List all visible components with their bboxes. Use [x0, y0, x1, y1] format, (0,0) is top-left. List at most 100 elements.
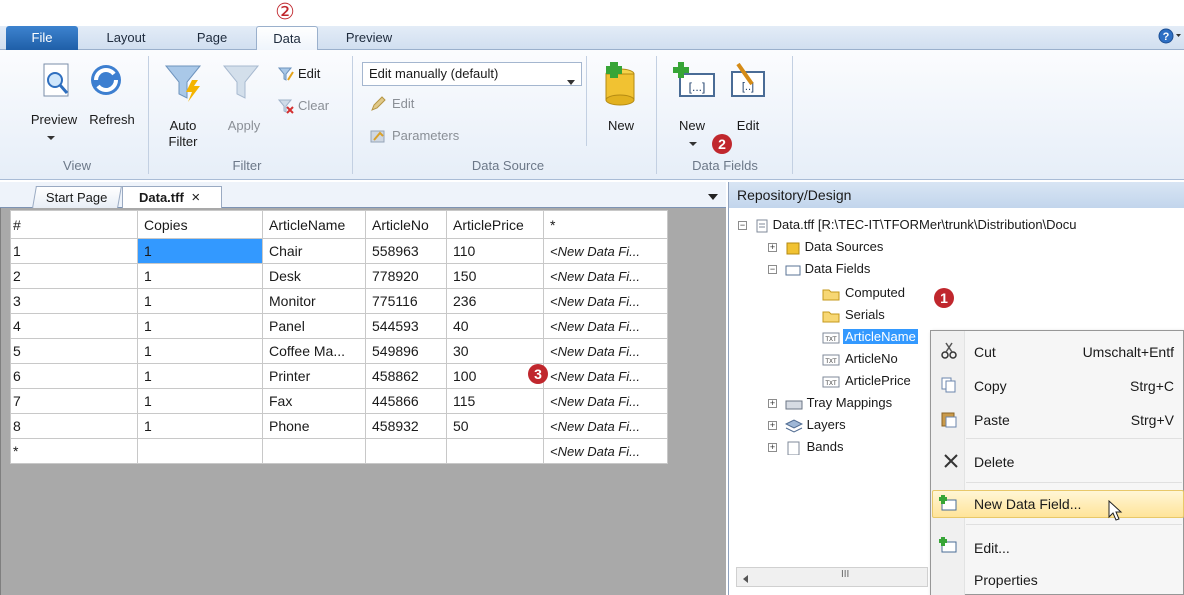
row-header[interactable]: 7	[10, 388, 138, 414]
scroll-left-icon[interactable]	[741, 572, 749, 587]
table-cell[interactable]	[446, 438, 544, 464]
table-cell[interactable]: 40	[446, 313, 544, 339]
table-cell[interactable]: 458932	[365, 413, 447, 439]
table-cell[interactable]	[137, 438, 263, 464]
preview-icon[interactable]	[40, 62, 76, 102]
column-header[interactable]: #	[10, 210, 138, 239]
table-cell[interactable]: 549896	[365, 338, 447, 364]
collapse-icon[interactable]: −	[768, 265, 777, 275]
row-header[interactable]: 3	[10, 288, 138, 314]
auto-filter-button[interactable]: Auto Filter	[160, 118, 206, 150]
table-cell[interactable]: Phone	[262, 413, 366, 439]
table-cell[interactable]: 544593	[365, 313, 447, 339]
table-row[interactable]: 8 1 Phone 458932 50 <New Data Fi...	[10, 413, 668, 439]
table-cell[interactable]: 1	[137, 388, 263, 414]
expand-icon[interactable]: +	[768, 443, 777, 453]
table-cell-new-field[interactable]: <New Data Fi...	[543, 438, 668, 464]
table-row[interactable]: 1 1 Chair 558963 110 <New Data Fi...	[10, 238, 668, 264]
table-cell[interactable]: Panel	[262, 313, 366, 339]
row-header[interactable]: *	[10, 438, 138, 464]
preview-button[interactable]: Preview	[22, 112, 86, 128]
tree-item-root[interactable]: − Data.tff [R:\TEC-IT\TFORMer\trunk\Dist…	[738, 214, 1077, 236]
menu-item-cut[interactable]: Cut	[974, 340, 996, 364]
table-cell[interactable]: 115	[446, 388, 544, 414]
table-cell[interactable]: 30	[446, 338, 544, 364]
new-data-field-dropdown-arrow-icon[interactable]	[688, 136, 698, 146]
tree-item-article-price[interactable]: TXT ArticlePrice	[822, 370, 911, 392]
table-cell-new-field[interactable]: <New Data Fi...	[543, 238, 668, 264]
table-row-new[interactable]: * <New Data Fi...	[10, 438, 668, 464]
tree-item-tray-mappings[interactable]: + Tray Mappings	[768, 392, 892, 414]
table-cell[interactable]: 1	[137, 263, 263, 289]
horizontal-scrollbar[interactable]: III	[736, 567, 928, 587]
auto-filter-icon[interactable]	[162, 62, 206, 104]
table-cell[interactable]: 558963	[365, 238, 447, 264]
table-cell-new-field[interactable]: <New Data Fi...	[543, 288, 668, 314]
table-cell[interactable]: Printer	[262, 363, 366, 389]
expand-icon[interactable]: +	[768, 243, 777, 253]
tree-item-layers[interactable]: + Layers	[768, 414, 846, 436]
expand-icon[interactable]: +	[768, 421, 777, 431]
column-header[interactable]: ArticlePrice	[446, 210, 544, 239]
tab-layout[interactable]: Layout	[92, 26, 160, 50]
column-header[interactable]: *	[543, 210, 668, 239]
tab-data-tff[interactable]: Data.tff ×	[122, 186, 222, 209]
new-data-source-icon[interactable]	[600, 60, 640, 110]
table-cell-new-field[interactable]: <New Data Fi...	[543, 338, 668, 364]
table-cell[interactable]: 150	[446, 263, 544, 289]
table-cell[interactable]: Coffee Ma...	[262, 338, 366, 364]
table-cell[interactable]: 1	[137, 338, 263, 364]
new-data-field-button[interactable]: New	[672, 118, 712, 134]
table-cell[interactable]: 236	[446, 288, 544, 314]
table-row[interactable]: 4 1 Panel 544593 40 <New Data Fi...	[10, 313, 668, 339]
menu-item-paste[interactable]: Paste	[974, 408, 1010, 432]
table-cell-selected[interactable]: 1	[137, 238, 263, 264]
tree-item-computed[interactable]: Computed	[822, 282, 905, 304]
row-header[interactable]: 5	[10, 338, 138, 364]
table-cell[interactable]: Chair	[262, 238, 366, 264]
refresh-button[interactable]: Refresh	[82, 112, 142, 128]
expand-icon[interactable]: +	[768, 399, 777, 409]
table-row[interactable]: 3 1 Monitor 775116 236 <New Data Fi...	[10, 288, 668, 314]
tree-item-bands[interactable]: + Bands	[768, 436, 844, 458]
edit-filter-button[interactable]: Edit	[298, 66, 338, 82]
new-data-source-button[interactable]: New	[600, 118, 642, 134]
table-cell[interactable]: 1	[137, 413, 263, 439]
table-cell-new-field[interactable]: <New Data Fi...	[543, 413, 668, 439]
refresh-icon[interactable]	[86, 62, 126, 102]
table-cell[interactable]: Fax	[262, 388, 366, 414]
row-header[interactable]: 4	[10, 313, 138, 339]
row-header[interactable]: 1	[10, 238, 138, 264]
tree-item-data-sources[interactable]: + Data Sources	[768, 236, 883, 258]
tab-data[interactable]: Data	[256, 26, 318, 51]
table-cell[interactable]: 1	[137, 313, 263, 339]
tree-item-data-fields[interactable]: − Data Fields	[768, 258, 870, 280]
tab-file[interactable]: File	[6, 26, 78, 50]
table-cell[interactable]: Monitor	[262, 288, 366, 314]
row-header[interactable]: 2	[10, 263, 138, 289]
menu-item-edit[interactable]: Edit...	[974, 536, 1010, 560]
table-row[interactable]: 5 1 Coffee Ma... 549896 30 <New Data Fi.…	[10, 338, 668, 364]
table-cell[interactable]: Desk	[262, 263, 366, 289]
column-header[interactable]: Copies	[137, 210, 263, 239]
table-row[interactable]: 7 1 Fax 445866 115 <New Data Fi...	[10, 388, 668, 414]
table-cell-new-field[interactable]: <New Data Fi...	[543, 388, 668, 414]
table-cell[interactable]	[365, 438, 447, 464]
help-icon[interactable]: ?	[1157, 27, 1183, 45]
table-cell[interactable]: 50	[446, 413, 544, 439]
menu-item-copy[interactable]: Copy	[974, 374, 1007, 398]
table-cell[interactable]: 778920	[365, 263, 447, 289]
row-header[interactable]: 8	[10, 413, 138, 439]
row-header[interactable]: 6	[10, 363, 138, 389]
table-cell[interactable]: 1	[137, 363, 263, 389]
table-row[interactable]: 2 1 Desk 778920 150 <New Data Fi...	[10, 263, 668, 289]
table-cell[interactable]: 1	[137, 288, 263, 314]
table-cell-new-field[interactable]: <New Data Fi...	[543, 263, 668, 289]
tab-preview[interactable]: Preview	[334, 26, 404, 50]
table-cell[interactable]: 445866	[365, 388, 447, 414]
tab-list-dropdown-icon[interactable]	[706, 190, 720, 204]
data-source-mode-select[interactable]: Edit manually (default)	[362, 62, 582, 86]
table-cell[interactable]	[262, 438, 366, 464]
table-cell[interactable]: 775116	[365, 288, 447, 314]
edit-data-field-button[interactable]: Edit	[728, 118, 768, 134]
